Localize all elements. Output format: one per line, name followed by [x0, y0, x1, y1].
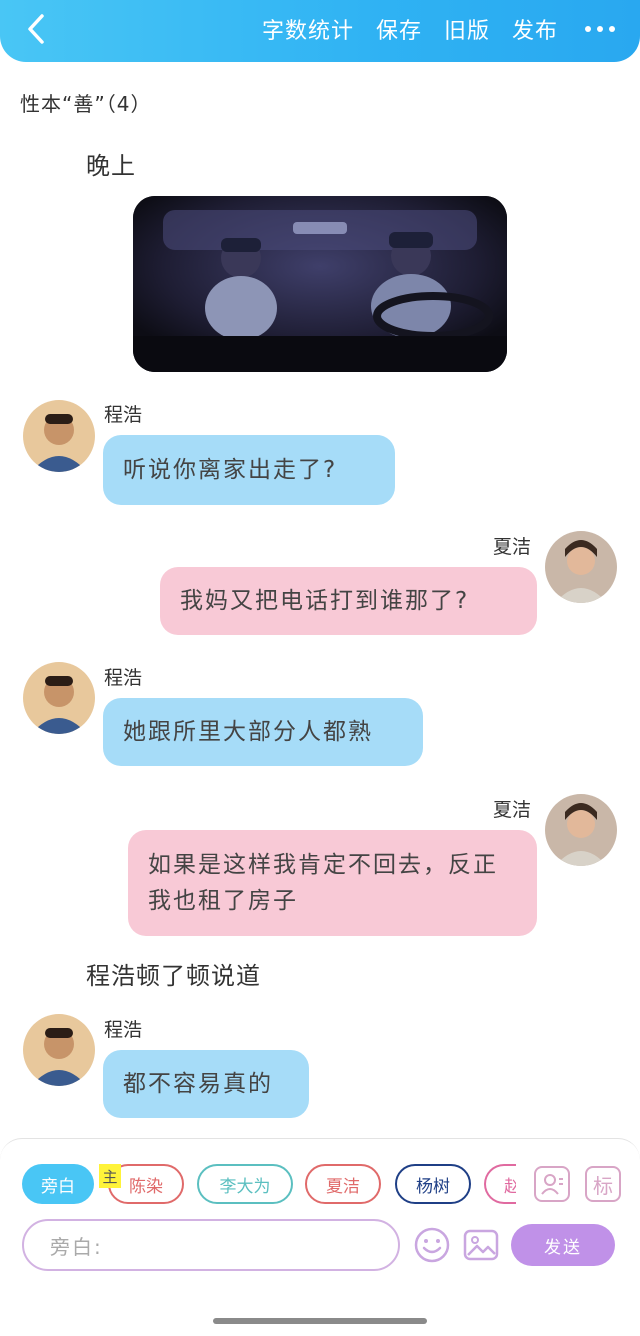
story-title: 性本“善”（4） — [20, 92, 152, 116]
avatar-chenghao[interactable] — [23, 1014, 95, 1086]
sender-name: 程浩 — [104, 1019, 143, 1041]
car-scene-image[interactable] — [133, 196, 507, 372]
narration-text[interactable]: 程浩顿了顿说道 — [86, 956, 261, 991]
avatar-chenghao[interactable] — [23, 662, 95, 734]
avatar-xiajie[interactable] — [545, 531, 617, 603]
mark-button[interactable]: 标 — [585, 1166, 621, 1202]
home-indicator — [213, 1318, 427, 1324]
word-count-button[interactable]: 字数统计 — [262, 13, 354, 45]
message-bubble[interactable]: 都不容易真的 — [103, 1050, 309, 1118]
role-chip[interactable]: 杨树 — [395, 1164, 471, 1204]
message-bubble[interactable]: 如果是这样我肯定不回去，反正我也租了房子 — [128, 830, 537, 936]
top-bar: 字数统计 保存 旧版 发布 — [0, 0, 640, 62]
image-icon[interactable] — [462, 1226, 500, 1264]
narration-text[interactable]: 晚上 — [86, 146, 136, 181]
sender-name: 程浩 — [104, 667, 143, 689]
header-actions: 字数统计 保存 旧版 发布 — [240, 12, 618, 46]
avatar-xiajie[interactable] — [545, 794, 617, 866]
sender-name: 夏洁 — [493, 799, 532, 821]
sender-name: 夏洁 — [493, 536, 532, 558]
more-icon[interactable] — [582, 12, 618, 46]
old-version-button[interactable]: 旧版 — [444, 13, 490, 45]
role-chip[interactable]: 夏洁 — [305, 1164, 381, 1204]
sender-name: 程浩 — [104, 404, 143, 426]
back-icon[interactable] — [20, 12, 54, 46]
emoji-icon[interactable] — [413, 1226, 451, 1264]
publish-button[interactable]: 发布 — [512, 13, 558, 45]
send-button[interactable]: 发送 — [511, 1224, 615, 1266]
save-button[interactable]: 保存 — [376, 13, 422, 45]
avatar-chenghao[interactable] — [23, 400, 95, 472]
role-chip[interactable]: 赵 — [484, 1164, 516, 1204]
main-role-tag: 主 — [99, 1164, 121, 1188]
role-card-icon[interactable] — [534, 1166, 570, 1202]
message-bubble[interactable]: 她跟所里大部分人都熟 — [103, 698, 423, 766]
message-bubble[interactable]: 听说你离家出走了? — [103, 435, 395, 505]
role-chip-narrator[interactable]: 旁白 — [22, 1164, 94, 1204]
role-chip[interactable]: 李大为 — [197, 1164, 293, 1204]
message-bubble[interactable]: 我妈又把电话打到谁那了? — [160, 567, 537, 635]
message-input[interactable]: 旁白: — [22, 1219, 400, 1271]
